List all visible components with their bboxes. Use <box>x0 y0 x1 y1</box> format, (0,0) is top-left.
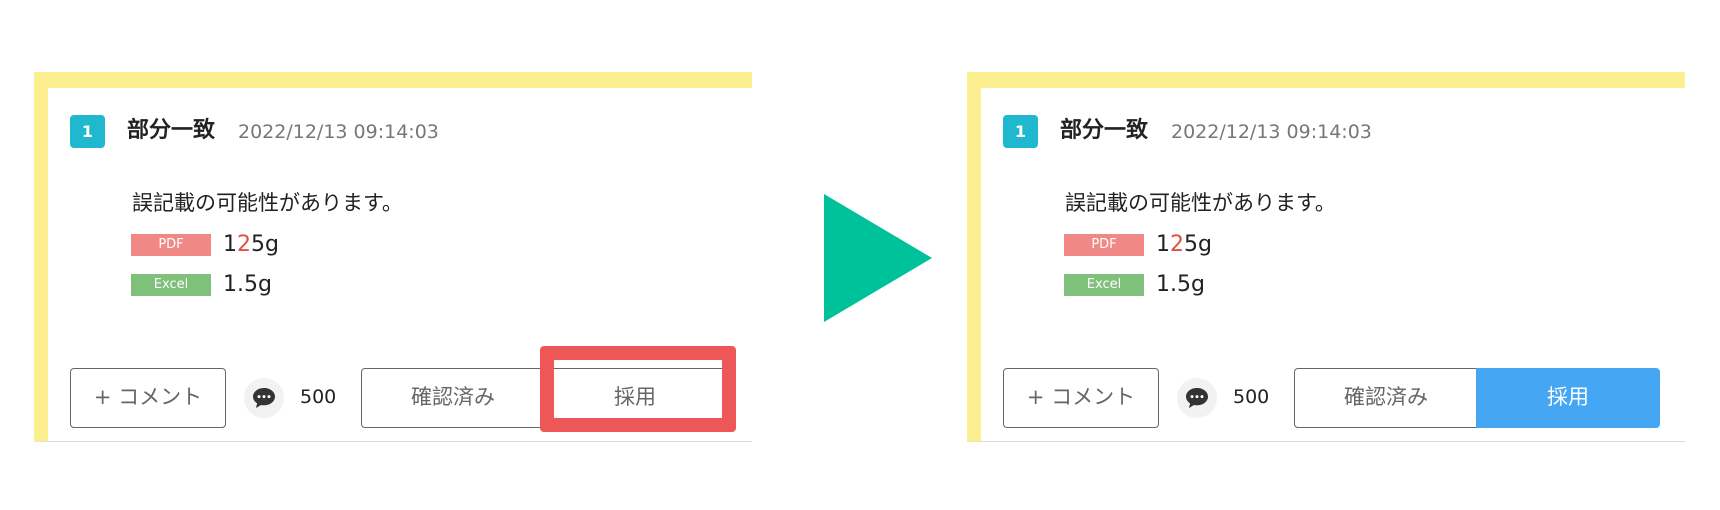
result-card-before: 1 部分一致 2022/12/13 09:14:03 誤記載の可能性があります。… <box>34 72 752 442</box>
diff-character: 2 <box>1170 232 1184 257</box>
speech-bubble-icon[interactable] <box>244 378 284 418</box>
excel-value: 1.5g <box>1156 272 1205 297</box>
adopt-button-active[interactable]: 採用 <box>1476 368 1660 428</box>
confirmed-button[interactable]: 確認済み <box>1294 368 1478 428</box>
result-card-after: 1 部分一致 2022/12/13 09:14:03 誤記載の可能性があります。… <box>967 72 1685 442</box>
excel-value: 1.5g <box>223 272 272 297</box>
pdf-tag: PDF <box>1064 234 1144 256</box>
pdf-tag: PDF <box>131 234 211 256</box>
excel-tag: Excel <box>131 274 211 296</box>
play-arrow-icon <box>824 194 932 322</box>
adopt-button[interactable]: 採用 <box>543 368 727 428</box>
warning-message: 誤記載の可能性があります。 <box>132 191 403 215</box>
timestamp: 2022/12/13 09:14:03 <box>238 121 439 143</box>
match-status-label: 部分一致 <box>1060 118 1149 143</box>
item-number-badge: 1 <box>1003 115 1038 148</box>
warning-message: 誤記載の可能性があります。 <box>1065 191 1336 215</box>
pdf-value: 125g <box>1156 232 1212 257</box>
comment-count: 500 <box>300 386 337 408</box>
timestamp: 2022/12/13 09:14:03 <box>1171 121 1372 143</box>
match-status-label: 部分一致 <box>127 118 216 143</box>
speech-bubble-icon[interactable] <box>1177 378 1217 418</box>
add-comment-button[interactable]: + コメント <box>1003 368 1159 428</box>
pdf-value: 125g <box>223 232 279 257</box>
add-comment-button[interactable]: + コメント <box>70 368 226 428</box>
excel-tag: Excel <box>1064 274 1144 296</box>
confirmed-button[interactable]: 確認済み <box>361 368 545 428</box>
comment-count: 500 <box>1233 386 1270 408</box>
item-number-badge: 1 <box>70 115 105 148</box>
diff-character: 2 <box>237 232 251 257</box>
